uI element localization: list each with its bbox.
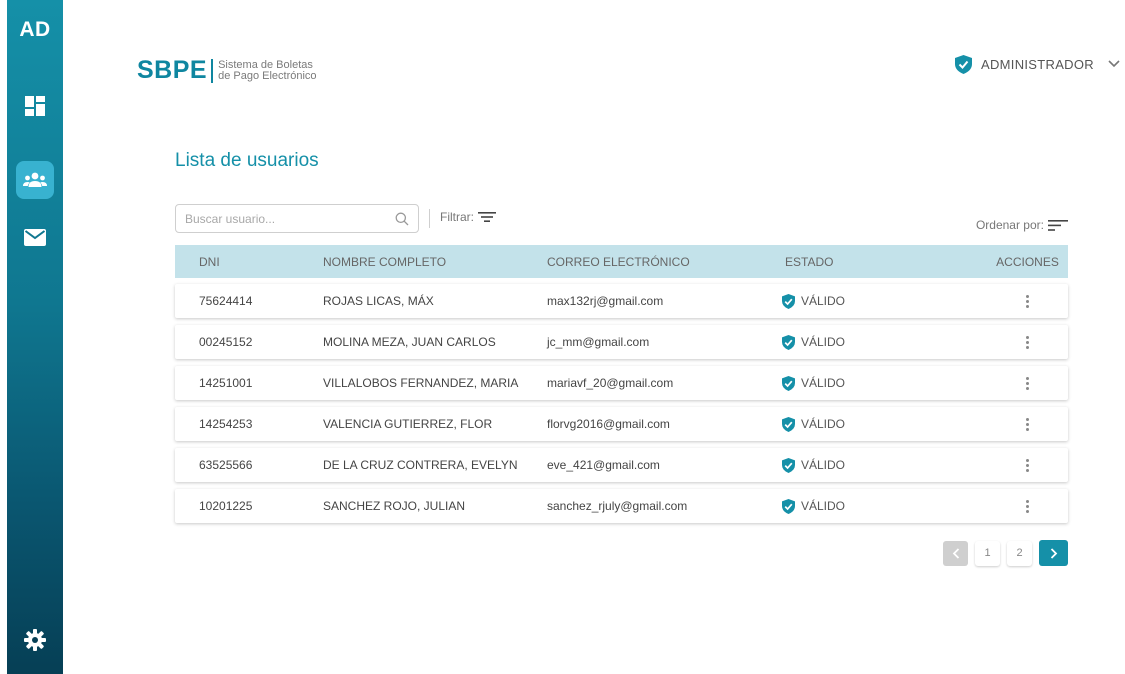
verified-shield-icon [782, 457, 795, 473]
brand-subtitle-line2: de Pago Electrónico [218, 69, 317, 82]
sidebar-item-mail[interactable] [16, 218, 54, 256]
filter-label: Filtrar: [440, 210, 474, 224]
sidebar: AD [7, 0, 63, 674]
cell-state: VÁLIDO [781, 457, 951, 473]
header-state[interactable]: ESTADO [781, 255, 951, 269]
verified-shield-icon [782, 293, 795, 309]
cell-name: SANCHEZ ROJO, JULIAN [323, 499, 466, 513]
table-row[interactable]: 14254253 VALENCIA GUTIERREZ, FLOR florvg20… [175, 407, 1068, 441]
page-title: Lista de usuarios [175, 150, 319, 171]
header-name[interactable]: NOMBRE COMPLETO [323, 255, 547, 269]
page-button-2[interactable]: 2 [1007, 540, 1032, 566]
pagination: 1 2 [943, 540, 1068, 566]
verified-shield-icon [782, 416, 795, 432]
search-icon[interactable] [395, 212, 409, 226]
brand-divider [211, 58, 214, 83]
table-row[interactable]: 10201225 SANCHEZ ROJO, JULIAN sanchez_rjul… [175, 489, 1068, 523]
cell-name: VILLALOBOS FERNANDEZ, MARIA [323, 376, 519, 390]
cell-actions [951, 498, 1068, 515]
table-row[interactable]: 00245152 MOLINA MEZA, JUAN CARLOS jc_mm@gm… [175, 325, 1068, 359]
brand-subtitle: Sistema de Boletas de Pago Electrónico [218, 59, 317, 82]
prev-page-button[interactable] [943, 540, 968, 566]
filter-divider [429, 209, 430, 228]
cell-name: DE LA CRUZ CONTRERA, EVELYN [323, 458, 518, 472]
cell-actions [951, 457, 1068, 474]
page-button-1[interactable]: 1 [975, 540, 1000, 566]
brand: SBPE Sistema de Boletas de Pago Electrón… [137, 56, 317, 85]
status-badge: VÁLIDO [801, 335, 846, 349]
cell-actions [951, 293, 1068, 310]
cell-actions [951, 334, 1068, 351]
cell-email: florvg2016@gmail.com [547, 417, 670, 431]
user-menu[interactable]: ADMINISTRADOR [955, 53, 1125, 75]
users-table: DNI NOMBRE COMPLETO CORREO ELECTRÓNICO E… [175, 245, 1068, 523]
cell-dni: 10201225 [199, 499, 253, 513]
chevron-down-icon[interactable] [1108, 60, 1120, 68]
cell-dni: 63525566 [199, 458, 253, 472]
brand-logo: SBPE [137, 56, 208, 84]
table-header: DNI NOMBRE COMPLETO CORREO ELECTRÓNICO E… [175, 245, 1068, 278]
dashboard-icon [25, 96, 45, 116]
users-icon [23, 172, 47, 187]
filter-icon [478, 212, 496, 222]
status-badge: VÁLIDO [801, 376, 846, 390]
more-options-icon[interactable] [1020, 293, 1035, 310]
table-row[interactable]: 14251001 VILLALOBOS FERNANDEZ, MARIA maria… [175, 366, 1068, 400]
cell-dni: 75624414 [199, 294, 253, 308]
cell-email: sanchez_rjuly@gmail.com [547, 499, 688, 513]
sidebar-item-dashboard[interactable] [16, 87, 54, 125]
cell-state: VÁLIDO [781, 334, 951, 350]
cell-state: VÁLIDO [781, 293, 951, 309]
more-options-icon[interactable] [1020, 457, 1035, 474]
cell-actions [951, 375, 1068, 392]
sidebar-item-settings[interactable] [16, 621, 54, 659]
verified-shield-icon [782, 375, 795, 391]
cell-actions [951, 416, 1068, 433]
cell-email: mariavf_20@gmail.com [547, 376, 674, 390]
gear-icon [24, 629, 46, 651]
filter-button[interactable]: Filtrar: [440, 210, 496, 224]
cell-state: VÁLIDO [781, 375, 951, 391]
cell-name: ROJAS LICAS, MÁX [323, 294, 434, 308]
cell-email: max132rj@gmail.com [547, 294, 664, 308]
verified-shield-icon [782, 498, 795, 514]
verified-shield-icon [782, 334, 795, 350]
sidebar-logo: AD [19, 18, 51, 41]
cell-state: VÁLIDO [781, 416, 951, 432]
search-input[interactable] [185, 211, 395, 226]
sidebar-item-users[interactable] [16, 161, 54, 199]
user-role: ADMINISTRADOR [981, 56, 1094, 72]
cell-email: eve_421@gmail.com [547, 458, 660, 472]
status-badge: VÁLIDO [801, 499, 846, 513]
search-box[interactable] [175, 204, 419, 233]
next-page-button[interactable] [1039, 540, 1068, 566]
more-options-icon[interactable] [1020, 416, 1035, 433]
table-row[interactable]: 75624414 ROJAS LICAS, MÁX max132rj@gmail.c… [175, 284, 1068, 318]
status-badge: VÁLIDO [801, 458, 846, 472]
table-row[interactable]: 63525566 DE LA CRUZ CONTRERA, EVELYN eve_4… [175, 448, 1068, 482]
cell-email: jc_mm@gmail.com [547, 335, 650, 349]
chevron-left-icon [952, 547, 959, 559]
cell-name: VALENCIA GUTIERREZ, FLOR [323, 417, 493, 431]
cell-dni: 14251001 [199, 376, 253, 390]
cell-dni: 14254253 [199, 417, 253, 431]
cell-dni: 00245152 [199, 335, 253, 349]
mail-icon [24, 228, 46, 246]
status-badge: VÁLIDO [801, 417, 846, 431]
status-badge: VÁLIDO [801, 294, 846, 308]
cell-name: MOLINA MEZA, JUAN CARLOS [323, 335, 496, 349]
cell-state: VÁLIDO [781, 498, 951, 514]
more-options-icon[interactable] [1020, 375, 1035, 392]
sort-icon [1048, 219, 1068, 231]
sort-button[interactable]: Ordenar por: [976, 218, 1068, 232]
chevron-right-icon [1050, 547, 1057, 559]
sort-label: Ordenar por: [975, 218, 1044, 232]
more-options-icon[interactable] [1020, 334, 1035, 351]
header-email[interactable]: CORREO ELECTRÓNICO [547, 255, 781, 269]
header-actions: ACCIONES [996, 254, 1059, 269]
header-dni[interactable]: DNI [175, 255, 323, 269]
verified-shield-icon [955, 54, 972, 74]
more-options-icon[interactable] [1020, 498, 1035, 515]
